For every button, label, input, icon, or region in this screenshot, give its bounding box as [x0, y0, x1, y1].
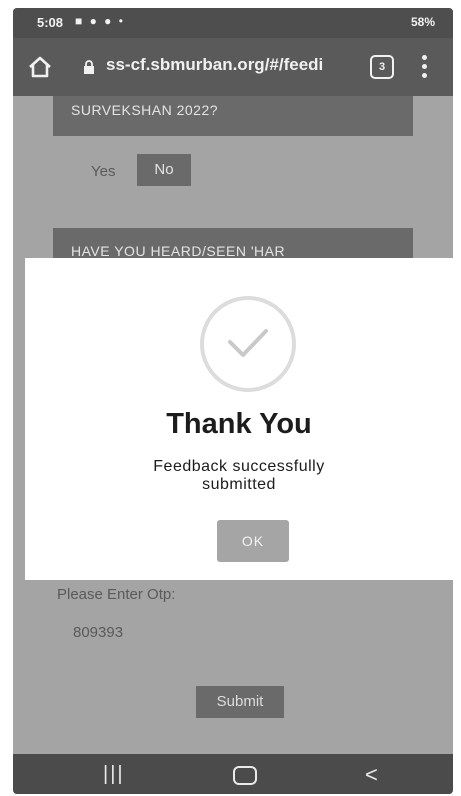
ok-button[interactable]: OK: [217, 520, 289, 562]
status-bar: 5:08 ■ ● ● • 58%: [13, 8, 453, 38]
more-options-icon[interactable]: [421, 55, 427, 79]
otp-input[interactable]: 809393: [73, 624, 123, 641]
browser-toolbar: ss-cf.sbmurban.org/#/feedi 3: [13, 38, 453, 96]
submit-button[interactable]: Submit: [196, 686, 284, 718]
yes-option[interactable]: Yes: [91, 163, 115, 180]
tabs-count-icon[interactable]: 3: [370, 55, 394, 79]
otp-label: Please Enter Otp:: [57, 586, 176, 603]
home-icon[interactable]: [27, 54, 53, 80]
dialog-title: Thank You: [166, 408, 312, 440]
status-time: 5:08: [37, 15, 64, 30]
success-dialog: Thank You Feedback successfully submitte…: [25, 258, 453, 580]
lock-icon: [84, 60, 94, 74]
notification-icons: ■ ● ● •: [75, 14, 125, 28]
recent-apps-icon[interactable]: |||: [103, 763, 125, 786]
dialog-message: Feedback successfully submitted: [153, 458, 325, 493]
back-icon[interactable]: <: [365, 762, 378, 788]
home-nav-icon[interactable]: [233, 766, 257, 785]
url-field[interactable]: ss-cf.sbmurban.org/#/feedi: [106, 55, 323, 75]
question-header: SURVEKSHAN 2022?: [53, 96, 413, 136]
phone-screen: 5:08 ■ ● ● • 58% ss-cf.sbmurban.org/#/fe…: [13, 8, 453, 794]
no-option-button[interactable]: No: [137, 154, 191, 186]
checkmark-icon: [200, 296, 296, 392]
battery-level: 58%: [410, 15, 435, 29]
android-nav-bar: ||| <: [13, 754, 453, 794]
